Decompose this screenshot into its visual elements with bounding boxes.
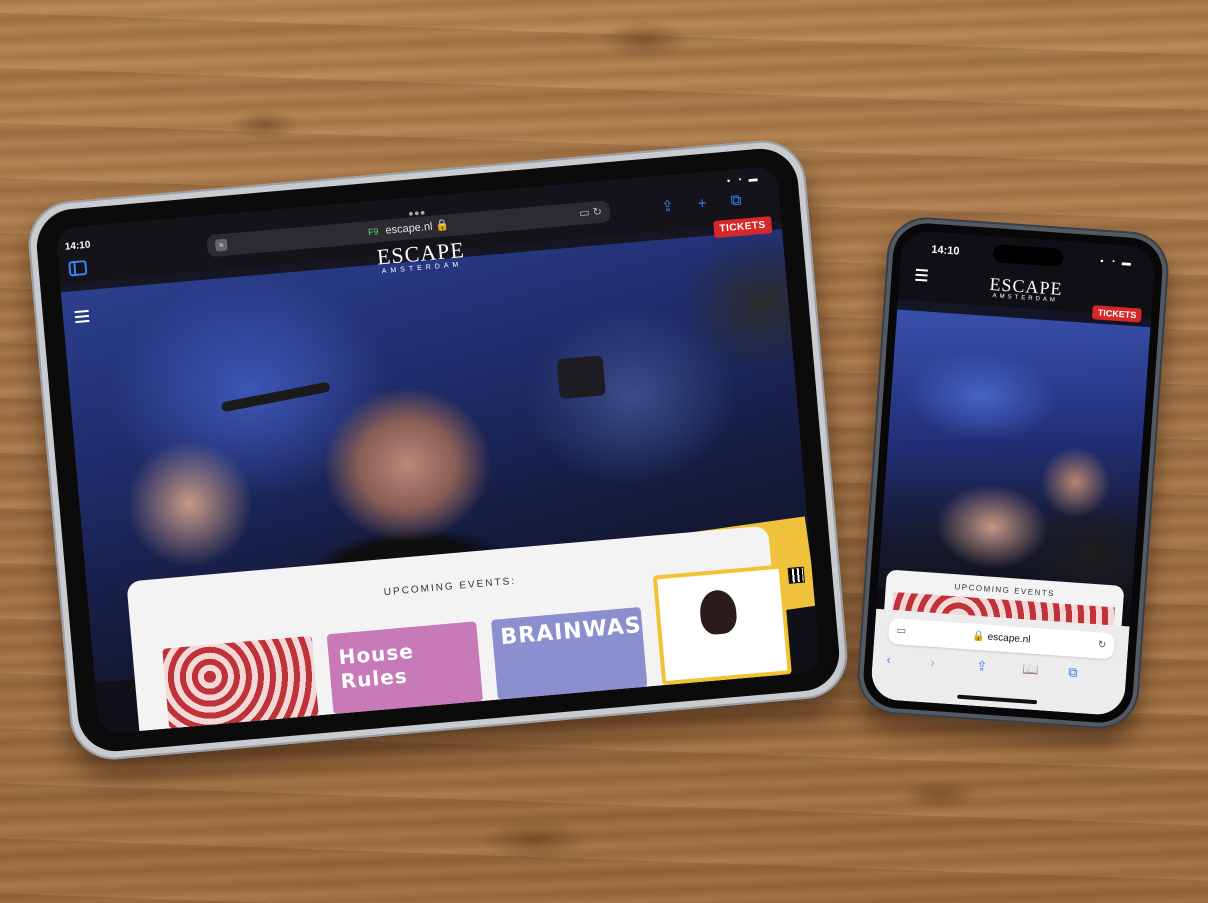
url-text: escape.nl 🔒 bbox=[385, 219, 450, 237]
event-card-title: BRAINWASH bbox=[499, 611, 648, 651]
wood-knot bbox=[480, 820, 590, 860]
event-card-title: House Rules bbox=[337, 638, 415, 694]
event-card[interactable] bbox=[162, 635, 319, 729]
wood-knot bbox=[900, 780, 980, 810]
tablet-device: ••• × F9 escape.nl 🔒 ▭ ↻ ⇪ + ⧉ 14:10 ▪ ◔… bbox=[25, 137, 851, 763]
hero-photo-dj bbox=[877, 299, 1152, 607]
wood-knot bbox=[600, 20, 690, 60]
home-indicator bbox=[957, 694, 1038, 705]
safari-bottom-bar: ▭ 🔒 escape.nl ↻ ‹ › ⇪ 📖 ⧉ bbox=[869, 608, 1130, 717]
status-time: 14:10 bbox=[64, 239, 91, 253]
artist-illustration bbox=[698, 588, 739, 636]
hamburger-menu-icon[interactable] bbox=[74, 309, 90, 326]
event-card-artist[interactable] bbox=[652, 564, 792, 686]
close-tab-icon[interactable]: × bbox=[214, 238, 228, 252]
microphone bbox=[220, 381, 331, 413]
phone-screen: 14:10 ▪ ◔ ▬ ESCAPE AMSTERDAM TICKETS UPC… bbox=[869, 229, 1157, 717]
reader-icon[interactable]: ▭ bbox=[896, 618, 907, 645]
reload-icon[interactable]: ↻ bbox=[1097, 632, 1107, 659]
status-time: 14:10 bbox=[930, 243, 960, 258]
status-icons: ▪ ◔ ▬ bbox=[1100, 255, 1134, 268]
status-icons: ▪ ◔ ▬ bbox=[726, 172, 760, 186]
phone-device: 14:10 ▪ ◔ ▬ ESCAPE AMSTERDAM TICKETS UPC… bbox=[854, 214, 1172, 732]
share-icon[interactable]: ⇪ bbox=[976, 658, 988, 675]
qr-icon[interactable] bbox=[787, 566, 805, 584]
wood-knot bbox=[230, 110, 300, 140]
url-badge: F9 bbox=[367, 226, 379, 238]
camera bbox=[556, 355, 606, 400]
tabs-icon[interactable]: ⧉ bbox=[1068, 664, 1078, 681]
event-card-brainwash[interactable]: BRAINWASH bbox=[491, 606, 648, 700]
tablet-screen: ••• × F9 escape.nl 🔒 ▭ ↻ ⇪ + ⧉ 14:10 ▪ ◔… bbox=[55, 165, 821, 735]
event-card-house-rules[interactable]: House Rules bbox=[326, 621, 484, 715]
url-text: 🔒 escape.nl bbox=[972, 630, 1031, 646]
forward-icon[interactable]: › bbox=[930, 655, 935, 670]
bookmarks-icon[interactable]: 📖 bbox=[1022, 661, 1039, 678]
back-icon[interactable]: ‹ bbox=[886, 652, 891, 667]
